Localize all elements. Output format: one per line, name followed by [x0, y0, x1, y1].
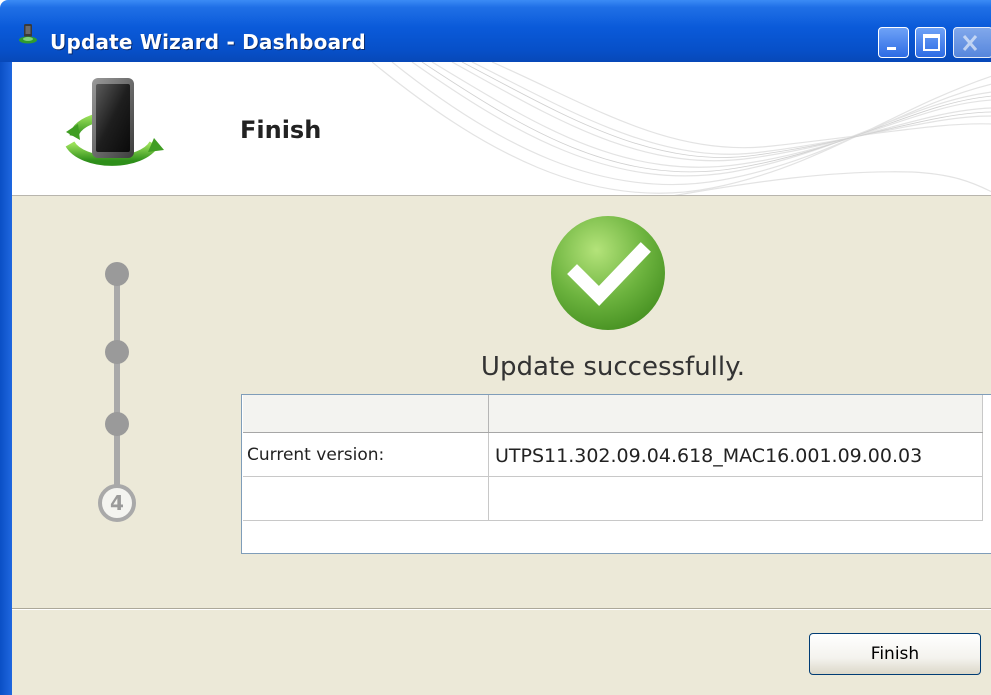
- table-cell-label: [243, 477, 489, 520]
- wizard-body: 4 Update successfully. Current version: …: [12, 196, 991, 695]
- table-cell-label: Current version:: [243, 433, 489, 476]
- table-row[interactable]: Current version: UTPS11.302.09.04.618_MA…: [243, 433, 983, 477]
- minimize-icon: [887, 47, 896, 50]
- footer-divider: [12, 608, 991, 610]
- table-header-cell[interactable]: [489, 395, 983, 432]
- table-header-cell[interactable]: [243, 395, 489, 432]
- close-icon: [962, 35, 978, 51]
- current-step-badge: 4: [98, 484, 136, 522]
- version-table: Current version: UTPS11.302.09.04.618_MA…: [241, 394, 991, 554]
- maximize-button[interactable]: [915, 27, 946, 58]
- decorative-waves: [372, 62, 991, 195]
- step-title: Finish: [240, 116, 322, 144]
- success-check-icon: [551, 216, 665, 330]
- table-row[interactable]: [243, 477, 983, 521]
- step-dot-icon: [105, 412, 129, 436]
- table-cell-value: UTPS11.302.09.04.618_MAC16.001.09.00.03: [489, 433, 983, 476]
- finish-button[interactable]: Finish: [809, 633, 981, 675]
- status-message: Update successfully.: [480, 352, 746, 382]
- title-bar[interactable]: Update Wizard - Dashboard: [0, 0, 991, 62]
- minimize-button[interactable]: [878, 27, 909, 58]
- wizard-header: Finish: [12, 62, 991, 196]
- step-dot-icon: [105, 262, 129, 286]
- phone-stand-icon: [19, 24, 37, 44]
- window-frame-left: [0, 62, 12, 695]
- table-header-row: [243, 395, 983, 433]
- phone-update-arrows-icon: [65, 78, 164, 166]
- close-button[interactable]: [953, 27, 991, 58]
- step-indicator: 4: [98, 262, 138, 522]
- step-dot-icon: [105, 340, 129, 364]
- step-track: [114, 272, 120, 494]
- table-cell-value: [489, 477, 983, 520]
- window-title: Update Wizard - Dashboard: [50, 30, 366, 54]
- maximize-icon: [923, 34, 940, 51]
